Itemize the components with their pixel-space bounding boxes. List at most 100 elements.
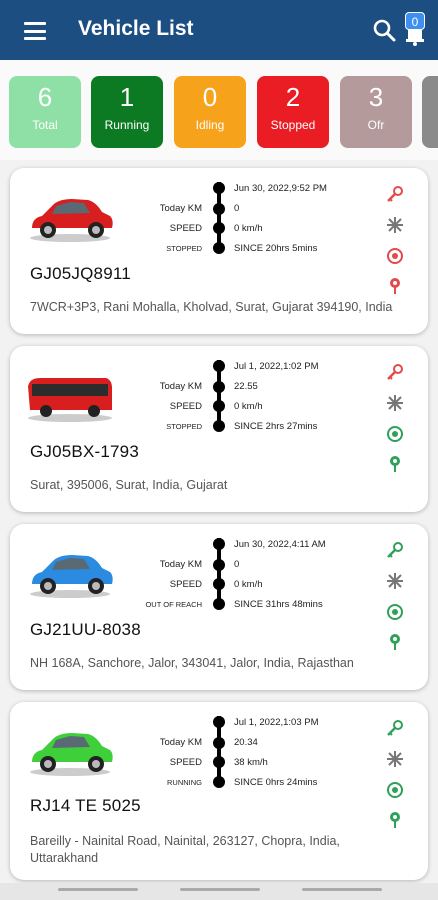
status-since: SINCE 31hrs 48mins bbox=[234, 599, 323, 610]
filter-count: 0 bbox=[202, 82, 218, 112]
search-icon[interactable] bbox=[372, 18, 396, 42]
filter-label: Running bbox=[104, 118, 150, 132]
blue-car-icon bbox=[30, 555, 113, 598]
filter-count: 6 bbox=[37, 82, 53, 112]
power-icon[interactable] bbox=[385, 780, 405, 800]
ac-snowflake-icon[interactable] bbox=[385, 393, 405, 413]
vehicle-card[interactable]: Jun 30, 2022,4:11 AM Today KM 0 SPEED 0 … bbox=[10, 524, 428, 690]
red-car-icon bbox=[30, 199, 113, 242]
today-km-value: 22.55 bbox=[234, 381, 258, 392]
filter-count: 2 bbox=[285, 82, 301, 112]
timeline-dot bbox=[213, 559, 225, 571]
notification-badge: 0 bbox=[405, 12, 425, 30]
vehicle-card[interactable]: Jun 30, 2022,9:52 PM Today KM 0 SPEED 0 … bbox=[10, 168, 428, 334]
today-km-label: Today KM bbox=[159, 737, 202, 748]
status-label: STOPPED bbox=[166, 244, 202, 253]
ignition-key-icon[interactable] bbox=[385, 362, 405, 382]
speed-value: 0 km/h bbox=[234, 579, 263, 590]
status-label: RUNNING bbox=[167, 778, 202, 787]
speed-label: SPEED bbox=[169, 757, 202, 768]
vehicle-registration: GJ05JQ8911 bbox=[30, 264, 131, 283]
timeline-dot bbox=[213, 776, 225, 788]
status-label: OUT OF REACH bbox=[145, 600, 202, 609]
timeline-dot bbox=[213, 737, 225, 749]
speed-value: 0 km/h bbox=[234, 223, 263, 234]
power-icon[interactable] bbox=[385, 424, 405, 444]
timeline-dot bbox=[213, 420, 225, 432]
green-car-icon bbox=[30, 733, 113, 776]
red-bus-icon bbox=[28, 378, 112, 422]
filter-running[interactable]: 1 Running bbox=[91, 76, 163, 148]
filter-count: 3 bbox=[368, 82, 384, 112]
ac-snowflake-icon[interactable] bbox=[385, 749, 405, 769]
location-pin-icon[interactable] bbox=[385, 454, 405, 474]
filter-out-of-reach[interactable]: 3 Ofr bbox=[340, 76, 412, 148]
today-km-label: Today KM bbox=[159, 203, 202, 214]
ignition-key-icon[interactable] bbox=[385, 718, 405, 738]
filter-more[interactable] bbox=[422, 76, 438, 148]
status-label: STOPPED bbox=[166, 422, 202, 431]
filter-label: Total bbox=[32, 118, 58, 132]
filter-label: Ofr bbox=[367, 118, 385, 132]
timeline-dot bbox=[213, 360, 225, 372]
ignition-key-icon[interactable] bbox=[385, 184, 405, 204]
bottom-nav-strip bbox=[0, 883, 438, 900]
timeline-dot bbox=[213, 222, 225, 234]
vehicle-card[interactable]: Jul 1, 2022,1:03 PM Today KM 20.34 SPEED… bbox=[10, 702, 428, 880]
vehicle-registration: GJ21UU-8038 bbox=[30, 620, 141, 639]
app-bar: Vehicle List 0 bbox=[0, 0, 438, 60]
filter-label: Stopped bbox=[270, 118, 316, 132]
speed-label: SPEED bbox=[169, 223, 202, 234]
filter-stopped[interactable]: 2 Stopped bbox=[257, 76, 329, 148]
power-icon[interactable] bbox=[385, 602, 405, 622]
vehicle-address-line-1: Bareilly - Nainital Road, Nainital, 2631… bbox=[30, 834, 340, 848]
last-update-time: Jul 1, 2022,1:03 PM bbox=[234, 717, 319, 728]
status-since: SINCE 20hrs 5mins bbox=[234, 243, 318, 254]
menu-icon[interactable] bbox=[24, 22, 46, 40]
timeline-dot bbox=[213, 203, 225, 215]
vehicle-address-line-2: Uttarakhand bbox=[30, 851, 99, 865]
speed-label: SPEED bbox=[169, 401, 202, 412]
status-since: SINCE 2hrs 27mins bbox=[234, 421, 318, 432]
speed-value: 38 km/h bbox=[234, 757, 268, 768]
ignition-key-icon[interactable] bbox=[385, 540, 405, 560]
today-km-label: Today KM bbox=[159, 559, 202, 570]
ac-snowflake-icon[interactable] bbox=[385, 215, 405, 235]
today-km-value: 0 bbox=[234, 559, 240, 570]
today-km-value: 20.34 bbox=[234, 737, 258, 748]
filter-idling[interactable]: 0 Idling bbox=[174, 76, 246, 148]
filter-label: Idling bbox=[195, 118, 225, 132]
timeline-dot bbox=[213, 242, 225, 254]
timeline-dot bbox=[213, 598, 225, 610]
power-icon[interactable] bbox=[385, 246, 405, 266]
vehicle-address: 7WCR+3P3, Rani Mohalla, Kholvad, Surat, … bbox=[30, 300, 393, 314]
page-title: Vehicle List bbox=[78, 17, 194, 40]
last-update-time: Jun 30, 2022,9:52 PM bbox=[234, 183, 327, 194]
timeline-dot bbox=[213, 182, 225, 194]
page-indicator bbox=[58, 888, 138, 891]
last-update-time: Jun 30, 2022,4:11 AM bbox=[234, 539, 326, 550]
timeline-dot bbox=[213, 756, 225, 768]
location-pin-icon[interactable] bbox=[385, 276, 405, 296]
today-km-label: Today KM bbox=[159, 381, 202, 392]
status-filter-bar: 6 Total 1 Running 0 Idling 2 Stopped 3 O… bbox=[0, 60, 438, 160]
status-since: SINCE 0hrs 24mins bbox=[234, 777, 318, 788]
vehicle-registration: GJ05BX-1793 bbox=[30, 442, 139, 461]
vehicle-address: NH 168A, Sanchore, Jalor, 343041, Jalor,… bbox=[30, 656, 354, 670]
last-update-time: Jul 1, 2022,1:02 PM bbox=[234, 361, 319, 372]
today-km-value: 0 bbox=[234, 203, 240, 214]
timeline-dot bbox=[213, 538, 225, 550]
location-pin-icon[interactable] bbox=[385, 632, 405, 652]
speed-label: SPEED bbox=[169, 579, 202, 590]
timeline-dot bbox=[213, 578, 225, 590]
filter-total[interactable]: 6 Total bbox=[9, 76, 81, 148]
timeline-dot bbox=[213, 381, 225, 393]
vehicle-registration: RJ14 TE 5025 bbox=[30, 796, 141, 815]
ac-snowflake-icon[interactable] bbox=[385, 571, 405, 591]
filter-count: 1 bbox=[119, 82, 135, 112]
timeline-dot bbox=[213, 716, 225, 728]
vehicle-card[interactable]: Jul 1, 2022,1:02 PM Today KM 22.55 SPEED… bbox=[10, 346, 428, 512]
vehicle-address: Surat, 395006, Surat, India, Gujarat bbox=[30, 478, 228, 492]
location-pin-icon[interactable] bbox=[385, 810, 405, 830]
speed-value: 0 km/h bbox=[234, 401, 263, 412]
